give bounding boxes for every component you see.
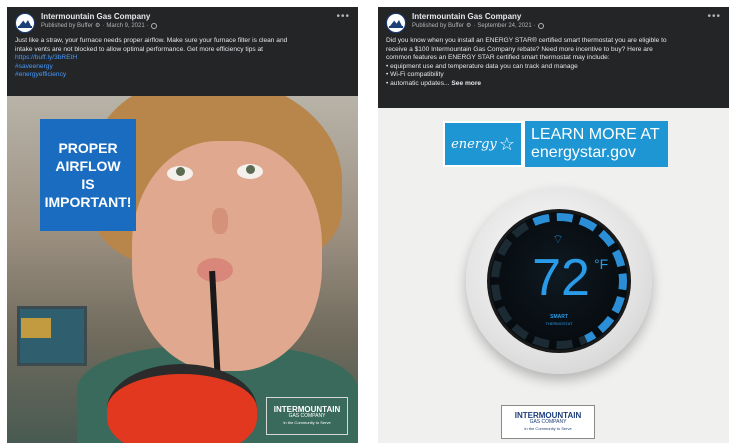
published-by: Published by Buffer — [41, 23, 93, 29]
more-options-icon[interactable]: ••• — [336, 11, 350, 22]
gear-icon: ⚙ — [94, 23, 101, 29]
child-eye-right — [237, 164, 263, 179]
post-text-line: receive a $100 Intermountain Gas Company… — [386, 45, 653, 53]
post-text-line: Did you know when you install an ENERGY … — [386, 37, 667, 44]
smart-label: SMART — [550, 314, 568, 320]
learn-more-text: LEARN MORE AT energystar.gov — [523, 121, 668, 167]
intermountain-logo: INTERMOUNTAIN GAS COMPANY In the Communi… — [501, 405, 595, 439]
post-body-text: Did you know when you install an ENERGY … — [378, 37, 729, 89]
globe-icon — [537, 23, 544, 29]
energy-star-wordmark: energy — [451, 136, 497, 152]
post-text-line-truncated: • automatic updates... See more — [386, 80, 721, 89]
facebook-post-airflow: Intermountain Gas Company Published by B… — [7, 7, 358, 443]
truncated-text: • automatic updates... — [386, 79, 450, 87]
wifi-icon: ⌔ — [552, 232, 564, 246]
logo-tagline: In the Community to Serve — [524, 426, 572, 431]
separator: · — [473, 23, 476, 29]
post-body-text: Just like a straw, your furnace needs pr… — [7, 37, 358, 80]
separator: · — [146, 23, 149, 29]
post-image-airflow[interactable]: PROPER AIRFLOW IS IMPORTANT! INTERMOUNTA… — [7, 96, 358, 443]
intermountain-logo: INTERMOUNTAIN GAS COMPANY In the Communi… — [266, 397, 348, 435]
child-face — [132, 141, 322, 371]
headline-line: AIRFLOW — [55, 158, 121, 174]
hashtag-link[interactable]: #saveenergy — [15, 63, 350, 72]
energy-star-icon: energy ☆ — [443, 121, 523, 167]
post-header: Intermountain Gas Company Published by B… — [7, 7, 358, 37]
globe-icon — [150, 23, 157, 29]
post-image-thermostat[interactable]: energy ☆ LEARN MORE AT energystar.gov ⌔ 7… — [378, 108, 729, 443]
thermostat-temperature: 72 — [532, 249, 590, 307]
post-text-line: common features an ENERGY STAR certified… — [386, 54, 610, 62]
post-meta: Published by Buffer ⚙ · September 24, 20… — [412, 23, 544, 29]
cta-line-1: LEARN MORE AT — [531, 126, 660, 143]
see-more-link[interactable]: See more — [451, 80, 481, 87]
star-icon: ☆ — [498, 133, 515, 155]
page-name-link[interactable]: Intermountain Gas Company — [412, 13, 544, 21]
post-meta: Published by Buffer ⚙ · March 9, 2021 · — [41, 23, 157, 29]
child-nose — [212, 208, 228, 234]
gear-icon: ⚙ — [465, 23, 472, 29]
headline-box: PROPER AIRFLOW IS IMPORTANT! — [40, 119, 136, 231]
post-header-text: Intermountain Gas Company Published by B… — [412, 13, 544, 29]
logo-tagline: In the Community to Serve — [283, 420, 331, 425]
page-name-link[interactable]: Intermountain Gas Company — [41, 13, 157, 21]
post-header: Intermountain Gas Company Published by B… — [378, 7, 729, 37]
headline-line: IS — [81, 176, 95, 192]
published-by: Published by Buffer — [412, 23, 464, 29]
logo-sub: GAS COMPANY — [288, 413, 326, 419]
child-eye-left — [167, 166, 193, 181]
logo-sub: GAS COMPANY — [529, 419, 567, 425]
page-avatar[interactable] — [386, 13, 406, 33]
post-date[interactable]: March 9, 2021 — [106, 23, 144, 29]
post-link[interactable]: https://buff.ly/3bREtH — [15, 54, 350, 63]
temperature-unit: °F — [594, 256, 609, 272]
headline-line: IMPORTANT! — [44, 194, 132, 210]
post-date[interactable]: September 24, 2021 — [477, 23, 531, 29]
headline-line: PROPER — [58, 140, 118, 156]
cta-line-2: energystar.gov — [531, 144, 636, 161]
page-avatar[interactable] — [15, 13, 35, 33]
separator: · — [102, 23, 105, 29]
separator: · — [533, 23, 536, 29]
hashtag-link[interactable]: #energyefficiency — [15, 71, 350, 80]
post-text-line: • Wi-Fi compatibility — [386, 71, 444, 79]
background-object — [21, 318, 51, 338]
post-text-line: intake vents are not blocked to allow op… — [15, 45, 263, 53]
post-header-text: Intermountain Gas Company Published by B… — [41, 13, 157, 29]
facebook-post-thermostat: Intermountain Gas Company Published by B… — [378, 7, 729, 443]
more-options-icon[interactable]: ••• — [707, 11, 721, 22]
energy-star-banner: energy ☆ LEARN MORE AT energystar.gov — [443, 121, 668, 167]
post-text-line: • equipment use and temperature data you… — [386, 62, 578, 70]
post-text-line: Just like a straw, your furnace needs pr… — [15, 37, 288, 44]
thermostat-label: THERMOSTAT — [545, 321, 573, 326]
